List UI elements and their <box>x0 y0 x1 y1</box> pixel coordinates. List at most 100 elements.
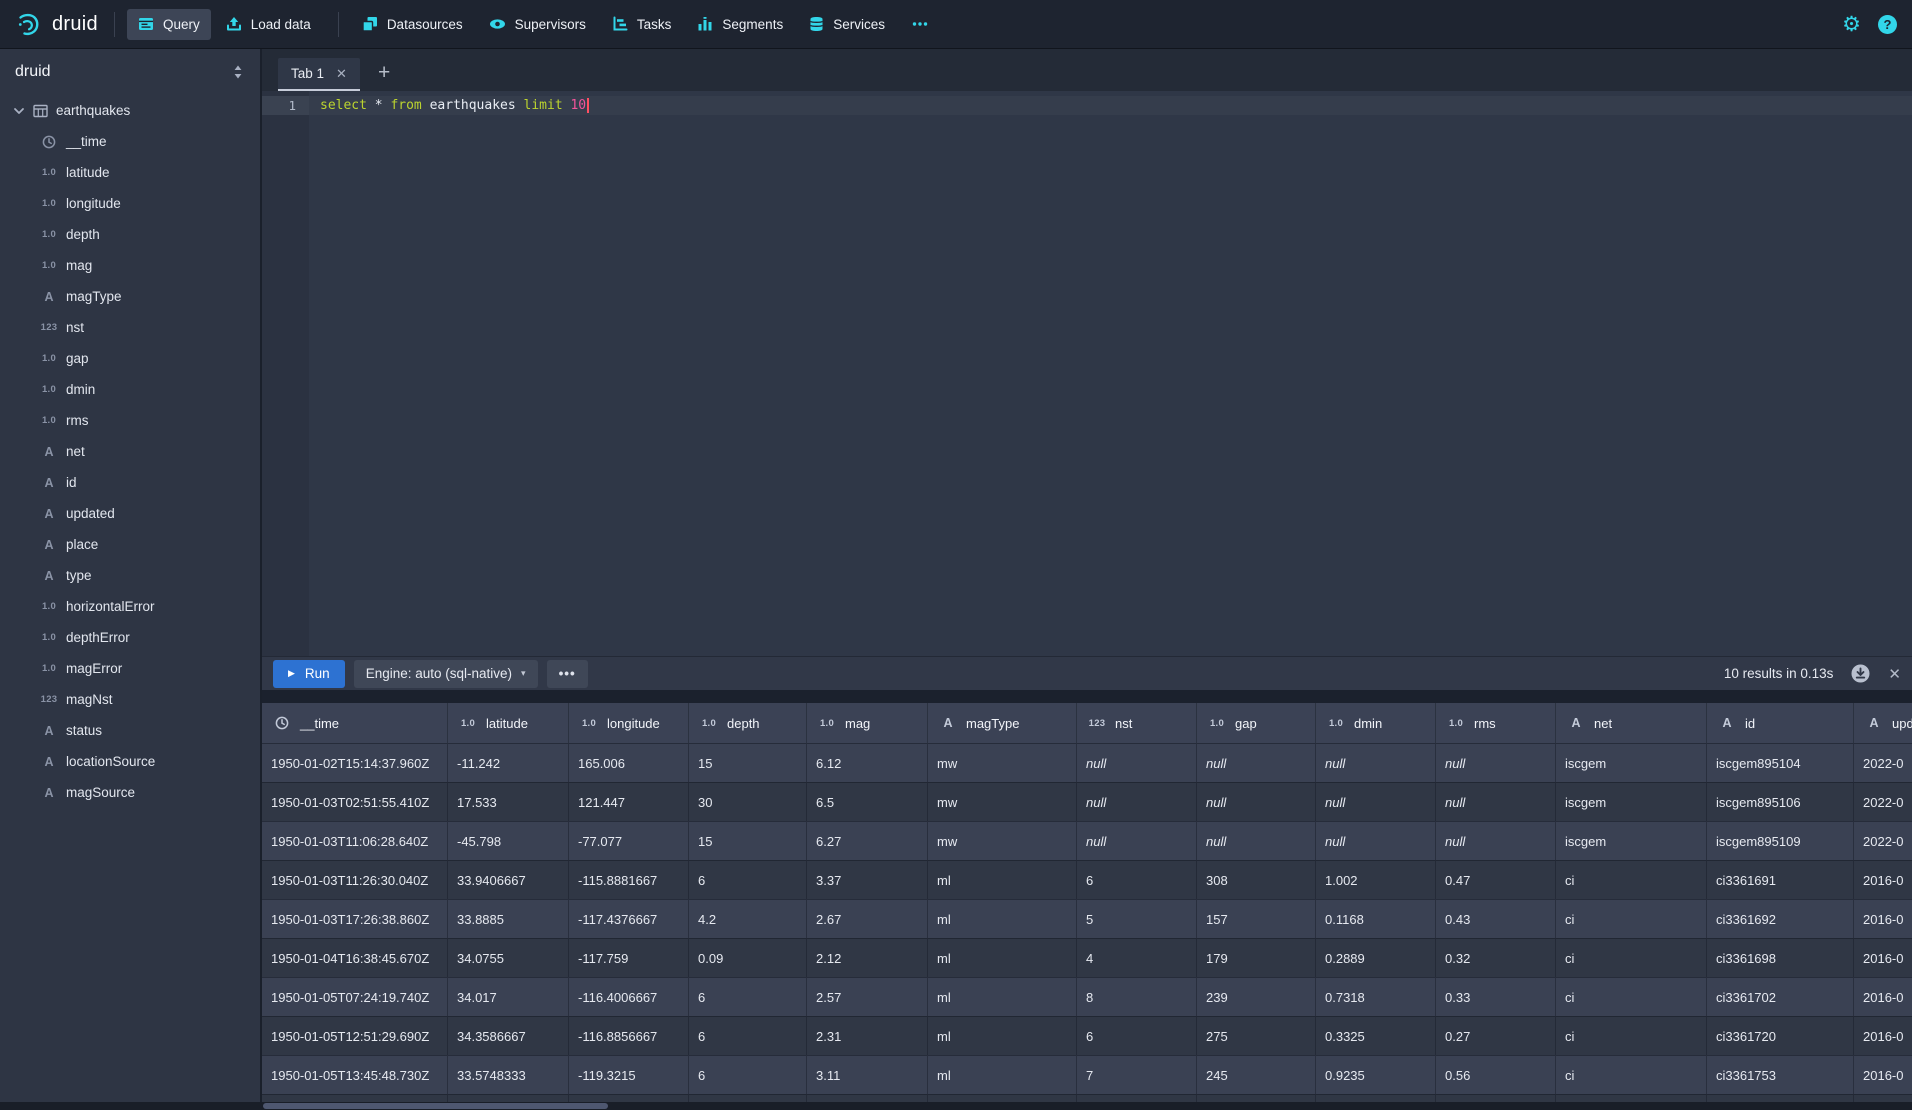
cell[interactable]: 15 <box>689 743 807 782</box>
engine-select-button[interactable]: Engine: auto (sql-native) ▾︎ <box>354 660 538 688</box>
cell[interactable]: ci <box>1556 1055 1707 1094</box>
cell[interactable]: null <box>1197 821 1316 860</box>
nav-item-more[interactable] <box>900 9 940 40</box>
cell[interactable]: null <box>1077 743 1197 782</box>
cell[interactable]: ml <box>928 977 1077 1016</box>
cell[interactable]: iscgem895104 <box>1707 743 1854 782</box>
results-header-mag[interactable]: 1.0mag <box>807 703 928 743</box>
sidebar-column-magnst[interactable]: 123magNst <box>0 684 260 715</box>
cell[interactable]: ci3361692 <box>1707 899 1854 938</box>
cell[interactable]: -119.3215 <box>569 1055 689 1094</box>
cell[interactable]: ci3361698 <box>1707 938 1854 977</box>
cell[interactable]: ml <box>928 1016 1077 1055</box>
sort-double-caret-icon[interactable] <box>231 64 245 80</box>
cell[interactable]: ml <box>928 1055 1077 1094</box>
cell[interactable]: 0.3325 <box>1316 1016 1436 1055</box>
cell[interactable]: 2.12 <box>807 938 928 977</box>
cell[interactable]: ml <box>928 860 1077 899</box>
cell[interactable]: -45.798 <box>448 821 569 860</box>
cell[interactable]: 6 <box>689 1055 807 1094</box>
editor-code-area[interactable]: select * from earthquakes limit 10 <box>309 91 1912 656</box>
cell[interactable]: 3.37 <box>807 860 928 899</box>
cell[interactable]: 6.5 <box>807 782 928 821</box>
cell[interactable]: 1950-01-03T17:26:38.860Z <box>262 899 448 938</box>
cell[interactable]: 34.0755 <box>448 938 569 977</box>
cell[interactable]: ci <box>1556 1016 1707 1055</box>
cell[interactable]: -116.8856667 <box>569 1016 689 1055</box>
cell[interactable]: 33.9406667 <box>448 860 569 899</box>
cell[interactable]: 6.12 <box>807 743 928 782</box>
cell[interactable]: 2016-0 <box>1854 938 1912 977</box>
cell[interactable]: -115.8881667 <box>569 860 689 899</box>
cell[interactable]: 6.27 <box>807 821 928 860</box>
nav-item-segments[interactable]: Segments <box>686 9 794 40</box>
cell[interactable]: ci3361753 <box>1707 1055 1854 1094</box>
results-header-nst[interactable]: 123nst <box>1077 703 1197 743</box>
sidebar-column-id[interactable]: Aid <box>0 467 260 498</box>
nav-item-tasks[interactable]: Tasks <box>601 9 683 40</box>
scrollbar-thumb[interactable] <box>263 1103 608 1109</box>
cell[interactable]: 1950-01-03T02:51:55.410Z <box>262 782 448 821</box>
cell[interactable]: null <box>1197 743 1316 782</box>
cell[interactable]: 1950-01-05T12:51:29.690Z <box>262 1016 448 1055</box>
cell[interactable]: null <box>1436 821 1556 860</box>
cell[interactable]: 0.9235 <box>1316 1055 1436 1094</box>
results-header-time[interactable]: __time <box>262 703 448 743</box>
nav-item-load-data[interactable]: Load data <box>215 9 322 40</box>
sidebar-column-time[interactable]: __time <box>0 126 260 157</box>
cell[interactable]: -11.242 <box>448 743 569 782</box>
cell[interactable]: 0.43 <box>1436 899 1556 938</box>
sql-line-1[interactable]: select * from earthquakes limit 10 <box>309 96 1912 115</box>
cell[interactable]: 33.8885 <box>448 899 569 938</box>
nav-item-services[interactable]: Services <box>798 9 896 40</box>
cell[interactable]: 245 <box>1197 1055 1316 1094</box>
download-results-icon[interactable] <box>1851 664 1870 683</box>
cell[interactable]: 30 <box>689 782 807 821</box>
cell[interactable]: 239 <box>1197 977 1316 1016</box>
cell[interactable]: 0.32 <box>1436 938 1556 977</box>
cell[interactable]: 1950-01-04T16:38:45.670Z <box>262 938 448 977</box>
add-tab-button[interactable]: + <box>378 62 390 83</box>
cell[interactable]: 0.2889 <box>1316 938 1436 977</box>
results-header-rms[interactable]: 1.0rms <box>1436 703 1556 743</box>
chevron-down-icon[interactable] <box>12 104 26 118</box>
cell[interactable]: 275 <box>1197 1016 1316 1055</box>
horizontal-scrollbar[interactable] <box>0 1102 1912 1110</box>
nav-item-query[interactable]: Query <box>127 9 211 40</box>
cell[interactable]: ci3361720 <box>1707 1016 1854 1055</box>
cell[interactable]: 6 <box>689 1016 807 1055</box>
cell[interactable]: ci3361702 <box>1707 977 1854 1016</box>
cell[interactable]: null <box>1436 743 1556 782</box>
cell[interactable]: 308 <box>1197 860 1316 899</box>
cell[interactable]: null <box>1316 782 1436 821</box>
cell[interactable]: ci <box>1556 860 1707 899</box>
cell[interactable]: 1950-01-05T13:45:48.730Z <box>262 1055 448 1094</box>
cell[interactable]: 1950-01-05T07:24:19.740Z <box>262 977 448 1016</box>
cell[interactable]: null <box>1316 821 1436 860</box>
cell[interactable]: -116.4006667 <box>569 977 689 1016</box>
cell[interactable]: 15 <box>689 821 807 860</box>
cell[interactable]: iscgem <box>1556 782 1707 821</box>
cell[interactable]: 0.33 <box>1436 977 1556 1016</box>
cell[interactable]: 2016-0 <box>1854 1016 1912 1055</box>
sidebar-column-gap[interactable]: 1.0gap <box>0 343 260 374</box>
cell[interactable]: 2016-0 <box>1854 977 1912 1016</box>
query-more-button[interactable]: ••• <box>547 660 588 688</box>
cell[interactable]: 2022-0 <box>1854 743 1912 782</box>
sidebar-column-longitude[interactable]: 1.0longitude <box>0 188 260 219</box>
cell[interactable]: 2022-0 <box>1854 782 1912 821</box>
cell[interactable]: iscgem <box>1556 743 1707 782</box>
cell[interactable]: 34.017 <box>448 977 569 1016</box>
cell[interactable]: iscgem895109 <box>1707 821 1854 860</box>
cell[interactable]: 165.006 <box>569 743 689 782</box>
results-header-net[interactable]: Anet <box>1556 703 1707 743</box>
cell[interactable]: 33.5748333 <box>448 1055 569 1094</box>
cell[interactable]: 3.11 <box>807 1055 928 1094</box>
results-header-gap[interactable]: 1.0gap <box>1197 703 1316 743</box>
cell[interactable]: 6 <box>689 977 807 1016</box>
sidebar-column-rms[interactable]: 1.0rms <box>0 405 260 436</box>
cell[interactable]: 1950-01-02T15:14:37.960Z <box>262 743 448 782</box>
cell[interactable]: ci <box>1556 938 1707 977</box>
cell[interactable]: 2.57 <box>807 977 928 1016</box>
results-header-upd[interactable]: Aupd <box>1854 703 1912 743</box>
